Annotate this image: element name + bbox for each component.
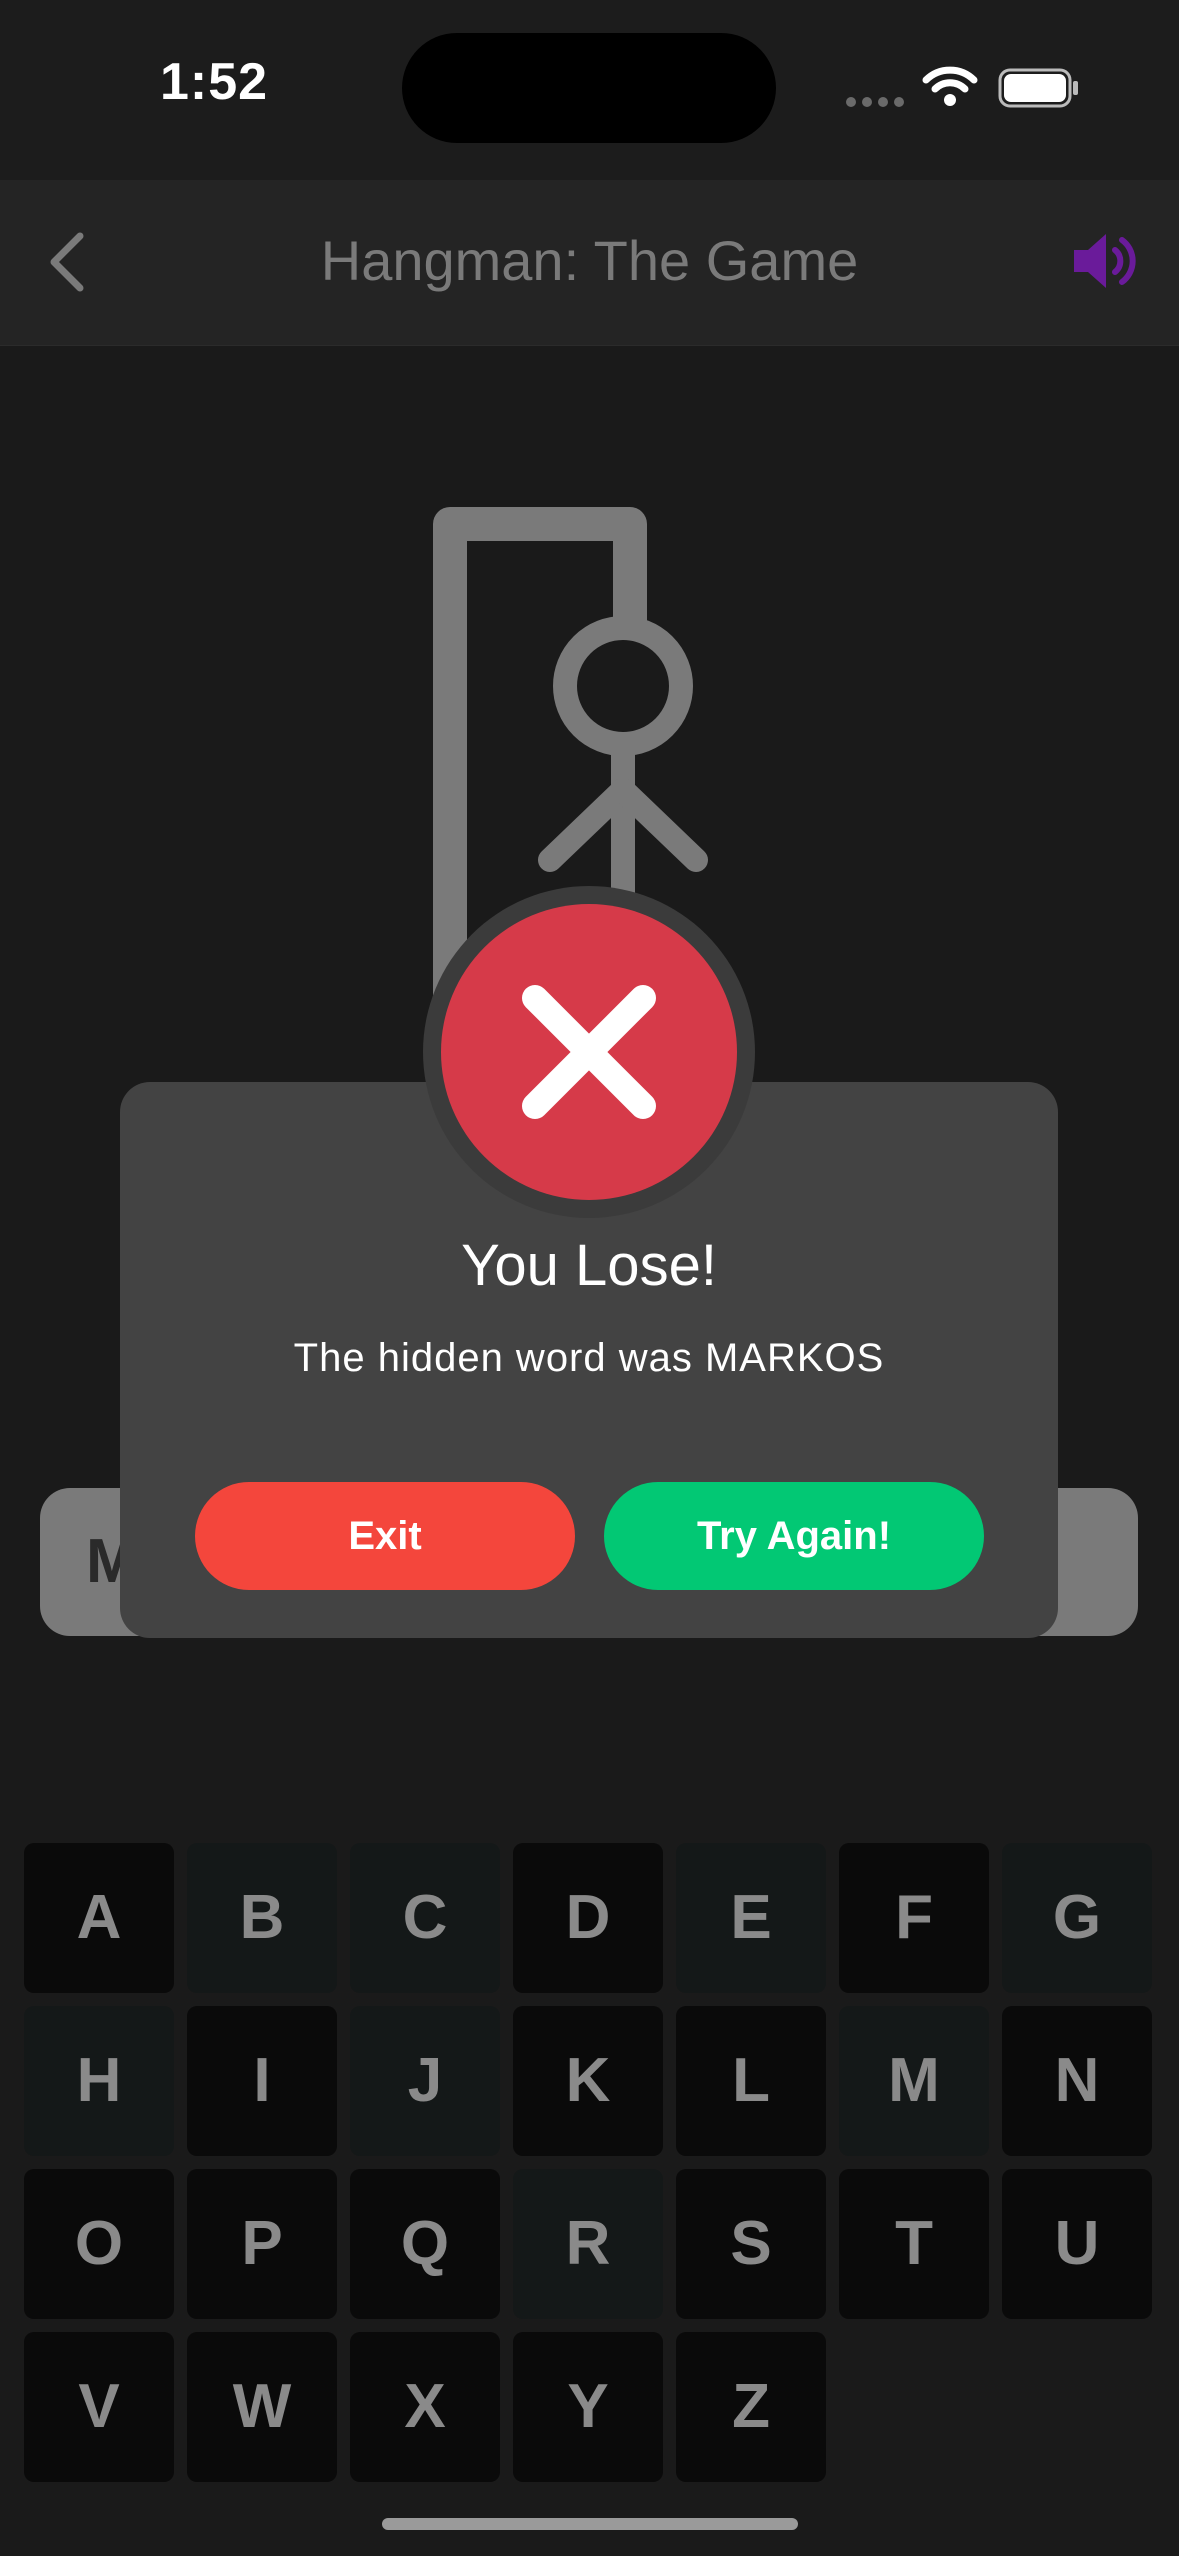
key-c[interactable]: C	[350, 1843, 500, 1993]
key-t[interactable]: T	[839, 2169, 989, 2319]
key-u[interactable]: U	[1002, 2169, 1152, 2319]
key-w[interactable]: W	[187, 2332, 337, 2482]
sound-toggle-button[interactable]	[1070, 226, 1140, 296]
key-e[interactable]: E	[676, 1843, 826, 1993]
key-y[interactable]: Y	[513, 2332, 663, 2482]
key-k[interactable]: K	[513, 2006, 663, 2156]
key-l[interactable]: L	[676, 2006, 826, 2156]
key-m[interactable]: M	[839, 2006, 989, 2156]
dynamic-island	[402, 33, 776, 143]
try-again-button[interactable]: Try Again!	[604, 1482, 984, 1590]
key-j[interactable]: J	[350, 2006, 500, 2156]
exit-button[interactable]: Exit	[195, 1482, 575, 1590]
status-bar: 1:52	[0, 0, 1179, 180]
page-title: Hangman: The Game	[320, 229, 859, 292]
key-i[interactable]: I	[187, 2006, 337, 2156]
result-badge	[441, 904, 737, 1200]
wifi-icon	[922, 64, 978, 113]
cellular-signal-icon	[846, 94, 910, 112]
dialog-title: You Lose!	[461, 1233, 717, 1298]
close-icon	[522, 985, 656, 1119]
battery-icon	[998, 68, 1080, 113]
key-h[interactable]: H	[24, 2006, 174, 2156]
key-z[interactable]: Z	[676, 2332, 826, 2482]
dialog-message: The hidden word was MARKOS	[293, 1336, 885, 1380]
key-a[interactable]: A	[24, 1843, 174, 1993]
key-g[interactable]: G	[1002, 1843, 1152, 1993]
home-indicator[interactable]	[382, 2518, 798, 2530]
key-r[interactable]: R	[513, 2169, 663, 2319]
key-p[interactable]: P	[187, 2169, 337, 2319]
key-n[interactable]: N	[1002, 2006, 1152, 2156]
key-x[interactable]: X	[350, 2332, 500, 2482]
key-b[interactable]: B	[187, 1843, 337, 1993]
key-s[interactable]: S	[676, 2169, 826, 2319]
key-v[interactable]: V	[24, 2332, 174, 2482]
navigation-bar: Hangman: The Game	[0, 180, 1179, 346]
key-d[interactable]: D	[513, 1843, 663, 1993]
status-time: 1:52	[160, 53, 269, 111]
speaker-icon	[1074, 234, 1136, 288]
key-q[interactable]: Q	[350, 2169, 500, 2319]
key-f[interactable]: F	[839, 1843, 989, 1993]
key-o[interactable]: O	[24, 2169, 174, 2319]
